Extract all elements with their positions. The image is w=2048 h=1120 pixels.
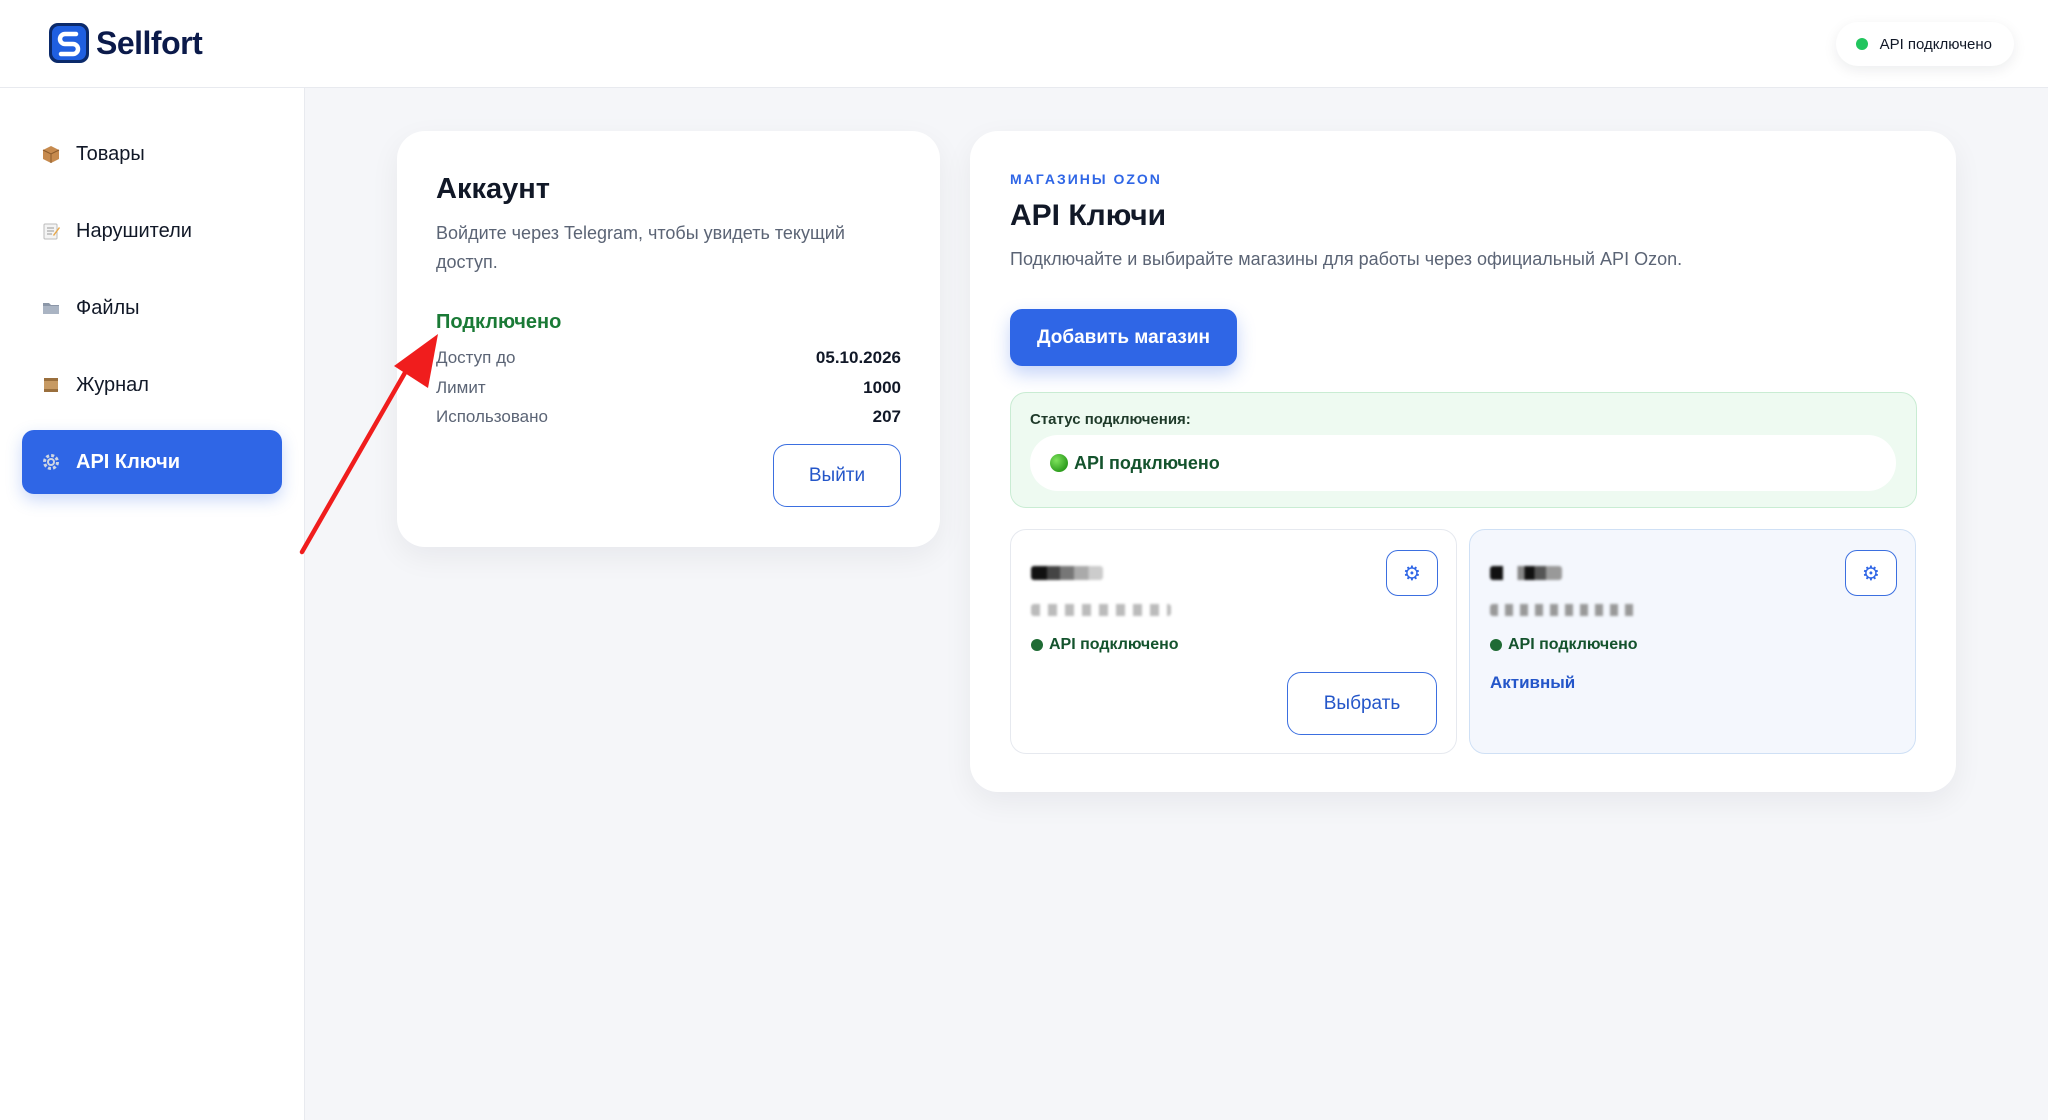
- package-icon: [40, 143, 62, 165]
- redacted-shop-id: [1490, 604, 1640, 616]
- sidebar-item-api-keys[interactable]: API Ключи: [22, 430, 282, 494]
- connection-status-box: Статус подключения: API подключено: [1010, 392, 1917, 508]
- status-dot-icon: [1490, 639, 1502, 651]
- api-status-pill: API подключено: [1835, 22, 2014, 66]
- sidebar: Товары Нарушители Файлы Журнал API Ключи: [0, 88, 305, 1120]
- connection-status-label: Статус подключения:: [1030, 411, 1191, 428]
- shop-settings-button[interactable]: ⚙: [1845, 550, 1897, 596]
- used-row: Использовано 207: [436, 407, 901, 427]
- sidebar-item-violators[interactable]: Нарушители: [22, 199, 282, 263]
- shop-card-active[interactable]: ⚙ API подключено Активный: [1469, 529, 1916, 754]
- annotation-arrow-icon: [299, 334, 438, 555]
- access-until-row: Доступ до 05.10.2026: [436, 348, 901, 368]
- scroll-icon: [40, 374, 62, 396]
- shop-status-text: API подключено: [1049, 636, 1179, 653]
- sidebar-item-journal[interactable]: Журнал: [22, 353, 282, 417]
- folder-icon: [40, 297, 62, 319]
- row-value: 1000: [863, 378, 901, 397]
- sidebar-item-label: Файлы: [76, 296, 140, 319]
- sidebar-item-files[interactable]: Файлы: [22, 276, 282, 340]
- api-keys-subtitle: Подключайте и выбирайте магазины для раб…: [1010, 249, 1683, 269]
- gear-icon: ⚙: [1403, 562, 1421, 585]
- row-value: 207: [872, 407, 901, 426]
- sidebar-item-label: API Ключи: [76, 450, 181, 473]
- account-subtitle: Войдите через Telegram, чтобы увидеть те…: [436, 223, 845, 272]
- gear-icon: ⚙: [1862, 562, 1880, 585]
- section-eyebrow: МАГАЗИНЫ OZON: [1010, 171, 1162, 187]
- sidebar-item-products[interactable]: Товары: [22, 122, 282, 186]
- account-status: Подключено: [436, 311, 562, 333]
- api-keys-card: МАГАЗИНЫ OZON API Ключи Подключайте и вы…: [970, 131, 1956, 792]
- select-shop-button[interactable]: Выбрать: [1287, 672, 1437, 735]
- connection-status-field: API подключено: [1030, 435, 1896, 491]
- memo-icon: [40, 220, 62, 242]
- sidebar-item-label: Журнал: [76, 373, 149, 396]
- account-title: Аккаунт: [436, 173, 550, 205]
- account-card: Аккаунт Войдите через Telegram, чтобы ув…: [397, 131, 940, 547]
- active-shop-label: Активный: [1490, 673, 1576, 692]
- limit-row: Лимит 1000: [436, 378, 901, 398]
- row-label: Использовано: [436, 407, 548, 426]
- sellfort-logo-icon: [49, 23, 89, 63]
- row-value: 05.10.2026: [815, 348, 901, 367]
- brand-name: Sellfort: [96, 24, 203, 61]
- green-circle-icon: [1050, 454, 1068, 472]
- top-bar: Sellfort API подключено: [0, 0, 2048, 88]
- api-status-text: API подключено: [1879, 35, 1992, 53]
- status-dot-icon: [1855, 38, 1868, 50]
- redacted-shop-name: [1031, 566, 1103, 580]
- shop-status: API подключено: [1031, 636, 1179, 654]
- api-keys-title: API Ключи: [1010, 199, 1167, 232]
- redacted-shop-id: [1031, 604, 1171, 616]
- shop-status: API подключено: [1490, 636, 1638, 654]
- shop-settings-button[interactable]: ⚙: [1386, 550, 1438, 596]
- connection-status-value: API подключено: [1074, 452, 1220, 473]
- gear-icon: [40, 451, 62, 473]
- logout-button[interactable]: Выйти: [773, 444, 901, 507]
- status-dot-icon: [1031, 639, 1043, 651]
- shop-status-text: API подключено: [1508, 636, 1638, 653]
- shop-card[interactable]: ⚙ API подключено Выбрать: [1010, 529, 1457, 754]
- sidebar-item-label: Нарушители: [76, 219, 192, 242]
- redacted-shop-name: [1490, 566, 1562, 580]
- add-shop-button[interactable]: Добавить магазин: [1010, 309, 1237, 366]
- sidebar-item-label: Товары: [76, 142, 145, 165]
- brand-logo[interactable]: Sellfort: [48, 22, 203, 64]
